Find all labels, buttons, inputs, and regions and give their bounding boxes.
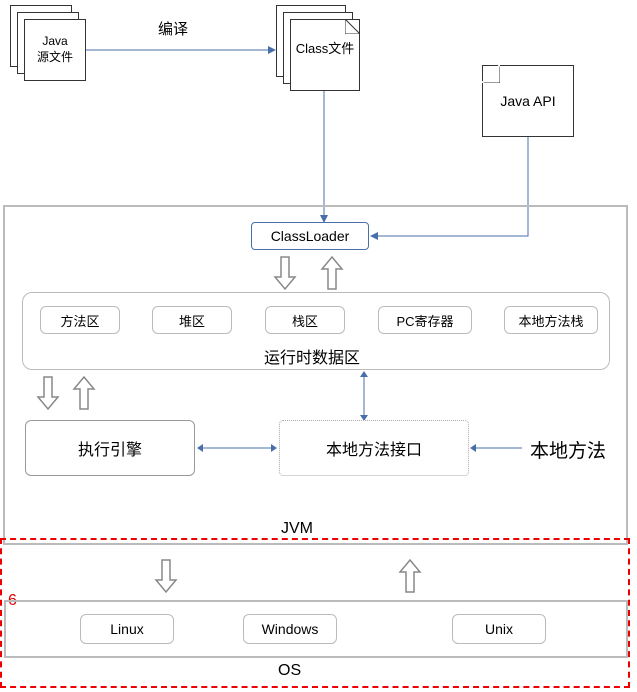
- arrow-jvm-down-icon: [154, 558, 178, 594]
- native-stack-box: 本地方法栈: [504, 306, 598, 334]
- java-api-corner-icon: [482, 65, 500, 83]
- jvm-container: [3, 205, 628, 545]
- java-api-label: Java API: [500, 93, 555, 109]
- arrow-runtime-down-icon: [36, 375, 60, 411]
- native-interface-box: 本地方法接口: [279, 420, 469, 476]
- os-windows-box: Windows: [243, 614, 337, 644]
- jvm-label: JVM: [281, 520, 313, 538]
- os-linux-box: Linux: [80, 614, 174, 644]
- stack-area-box: 栈区: [265, 306, 345, 334]
- arrow-execengine-up-icon: [72, 375, 96, 411]
- native-methods-label: 本地方法: [530, 436, 606, 463]
- arrow-runtime-up-icon: [320, 255, 344, 291]
- compile-label: 编译: [158, 18, 188, 39]
- arrow-native-methods: [470, 442, 522, 454]
- os-unix-box: Unix: [452, 614, 546, 644]
- arrow-source-to-class: [86, 44, 276, 56]
- pc-register-box: PC寄存器: [378, 306, 472, 334]
- arrow-os-up-icon: [398, 558, 422, 594]
- arrow-exec-native-horizontal: [197, 442, 277, 454]
- arrow-runtime-native-vertical: [358, 371, 370, 421]
- arrow-classfile-to-classloader: [318, 91, 330, 223]
- arrow-classloader-down-icon: [273, 255, 297, 291]
- os-label: OS: [278, 662, 301, 680]
- class-file-corner-icon: [345, 19, 360, 34]
- java-source-stack-1: Java 源文件: [24, 19, 86, 81]
- method-area-box: 方法区: [40, 306, 120, 334]
- runtime-data-area-label: 运行时数据区: [264, 344, 360, 368]
- execution-engine-box: 执行引擎: [25, 420, 195, 476]
- heap-area-box: 堆区: [152, 306, 232, 334]
- classloader-box: ClassLoader: [251, 222, 369, 250]
